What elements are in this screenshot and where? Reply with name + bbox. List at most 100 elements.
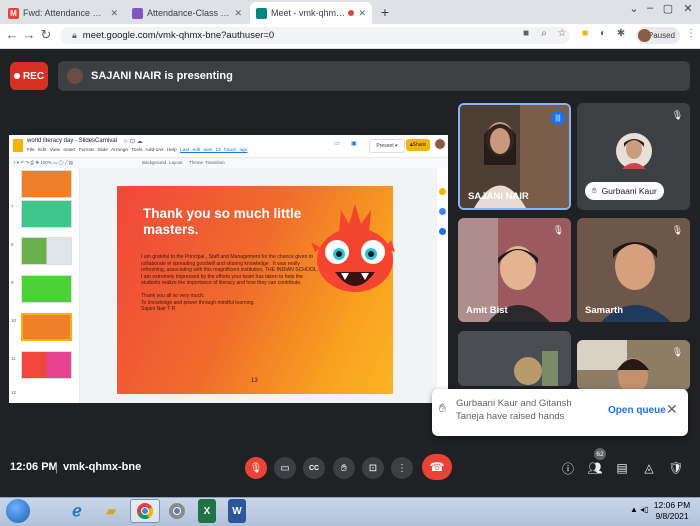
- slide-thumbnail: [21, 200, 72, 228]
- slide-body: I am grateful to the Principal , Staff a…: [141, 254, 319, 313]
- gmail-icon: M: [8, 7, 19, 19]
- recording-dot-icon: [348, 10, 355, 16]
- extension-icon[interactable]: ■: [578, 28, 592, 39]
- chrome-icon: [169, 503, 185, 519]
- chrome-icon: [137, 503, 153, 519]
- mic-off-icon: 🎙︎: [671, 110, 684, 120]
- open-queue-button[interactable]: Open queue: [608, 405, 666, 416]
- tab-attendance-sheet[interactable]: Attendance-Class III, IV ✕: [126, 2, 248, 24]
- chrome-second-window-button[interactable]: [162, 499, 192, 523]
- more-options-button[interactable]: ⋮: [391, 457, 413, 479]
- raise-hand-icon: ✋︎: [341, 462, 347, 474]
- extensions-puzzle-icon[interactable]: ✱: [614, 28, 628, 39]
- close-tab-icon[interactable]: ✕: [110, 8, 118, 19]
- avatar: [638, 29, 651, 42]
- participant-name: Amit Bist: [466, 305, 508, 316]
- minimize-icon[interactable]: –: [640, 2, 660, 14]
- close-tab-icon[interactable]: ✕: [358, 8, 366, 19]
- taskbar-clock[interactable]: 12:06 PM 9/8/2021: [648, 500, 696, 522]
- star-icon: ☆ ⊡ ☁: [123, 139, 143, 145]
- present-options-icon: ▣: [351, 141, 357, 147]
- comment-icon: ▭: [334, 141, 340, 147]
- close-icon[interactable]: ✕: [666, 401, 678, 418]
- captions-button[interactable]: CC: [303, 457, 325, 479]
- meet-icon: [256, 7, 267, 19]
- start-button[interactable]: [6, 499, 30, 523]
- calendar-icon: [439, 228, 446, 235]
- tab-gmail[interactable]: M Fwd: Attendance Link for III - IV ✕: [2, 2, 124, 24]
- slides-header: world literacy day - SlidesCarnival ☆ ⊡ …: [9, 135, 448, 157]
- tray-expand-icon[interactable]: ▲ ◂▯: [630, 505, 649, 514]
- raised-hand-icon: ✋︎: [439, 401, 446, 415]
- mic-off-icon: 🎙︎: [552, 225, 565, 235]
- participant-count-badge: 62: [594, 448, 606, 460]
- presenting-banner: SAJANI NAIR is presenting: [58, 61, 690, 91]
- recording-badge: REC: [10, 62, 48, 90]
- forward-icon[interactable]: →: [21, 27, 37, 42]
- close-window-icon[interactable]: ✕: [678, 2, 698, 15]
- avatar: [67, 68, 83, 84]
- lock-icon: 🔒︎: [72, 30, 77, 40]
- participant-name: SAJANI NAIR: [468, 191, 529, 202]
- side-panel-rail: [437, 168, 448, 403]
- speaking-indicator-icon: |||: [551, 111, 565, 125]
- chat-icon[interactable]: ▤: [614, 460, 630, 476]
- participant-tile[interactable]: 🎙︎ Samarth: [577, 218, 690, 322]
- address-bar[interactable]: 🔒︎ meet.google.com/vmk-qhmx-bne?authuser…: [60, 27, 570, 44]
- meeting-time: 12:06 PM: [10, 461, 58, 473]
- participant-tile[interactable]: 🎙︎: [577, 340, 690, 390]
- activities-icon[interactable]: ◬: [641, 460, 657, 476]
- camera-toggle-button[interactable]: ▭: [274, 457, 296, 479]
- word-icon[interactable]: W: [228, 499, 246, 523]
- slide-thumbnail: [21, 275, 72, 303]
- captions-icon: CC: [308, 464, 320, 472]
- last-edit-link: Last edit was 13 hours ago: [180, 148, 248, 153]
- present-button: Present ▾: [369, 139, 405, 153]
- slide-number: 13: [251, 378, 258, 384]
- profile-paused-button[interactable]: Paused: [636, 27, 680, 44]
- mic-off-icon: 🎙︎: [671, 347, 684, 357]
- bookmark-star-icon[interactable]: ☆: [555, 28, 569, 39]
- tasks-icon: [439, 208, 446, 215]
- more-vertical-icon: ⋮: [397, 462, 407, 474]
- leave-call-button[interactable]: ☎︎: [422, 454, 452, 480]
- file-explorer-icon[interactable]: ▰: [96, 499, 126, 523]
- participant-tile[interactable]: 🎙︎ ✋︎ Gurbaani Kaur: [577, 103, 690, 210]
- slide-thumbnail: [21, 170, 72, 198]
- mic-toggle-button[interactable]: 🎙︎: [245, 457, 267, 479]
- raise-hand-button[interactable]: ✋︎: [333, 457, 355, 479]
- mic-off-icon: 🎙︎: [249, 462, 263, 474]
- camera-icon[interactable]: ■: [519, 28, 533, 39]
- participant-tile[interactable]: [458, 331, 571, 386]
- meeting-details-icon[interactable]: ⓘ: [560, 460, 576, 476]
- close-tab-icon[interactable]: ✕: [234, 8, 242, 19]
- new-tab-button[interactable]: +: [377, 4, 393, 20]
- host-controls-icon[interactable]: 🛡︎: [668, 460, 684, 476]
- participant-name: Samarth: [585, 305, 624, 316]
- present-now-button[interactable]: ⊡: [362, 457, 384, 479]
- record-icon: [13, 73, 20, 79]
- hang-up-icon: ☎︎: [429, 460, 445, 474]
- internet-explorer-icon[interactable]: ℯ: [62, 499, 92, 523]
- maximize-icon[interactable]: ▢: [658, 2, 678, 15]
- excel-icon[interactable]: X: [198, 499, 216, 523]
- tab-meet[interactable]: Meet - vmk-qhmx-bne ✕: [250, 2, 372, 24]
- document-title: world literacy day - SlidesCarnival: [27, 138, 118, 144]
- zoom-icon[interactable]: ⌕: [537, 28, 551, 39]
- raised-hand-icon: ✋︎: [592, 186, 597, 195]
- present-screen-icon: ⊡: [368, 462, 378, 474]
- current-slide: Thank you so much little masters. I am g…: [117, 186, 395, 394]
- monster-illustration: [311, 204, 395, 292]
- slide-title: Thank you so much little masters.: [143, 206, 302, 237]
- reload-icon[interactable]: ↻: [38, 27, 54, 43]
- menu-kebab-icon[interactable]: ⋮: [684, 28, 698, 39]
- participant-tile[interactable]: 🎙︎ Amit Bist: [458, 218, 571, 322]
- slide-thumbnail-selected: [21, 313, 72, 341]
- chrome-taskbar-button[interactable]: [130, 499, 160, 523]
- participant-tile[interactable]: ||| SAJANI NAIR: [458, 103, 571, 210]
- extension-icon-2[interactable]: ◐: [596, 28, 610, 39]
- mic-off-icon: 🎙︎: [671, 225, 684, 235]
- raised-hands-notification: ✋︎ Gurbaani Kaur and Gitansh Taneja have…: [432, 389, 688, 436]
- people-icon[interactable]: 👥︎: [587, 460, 603, 476]
- back-icon[interactable]: ←: [4, 27, 20, 42]
